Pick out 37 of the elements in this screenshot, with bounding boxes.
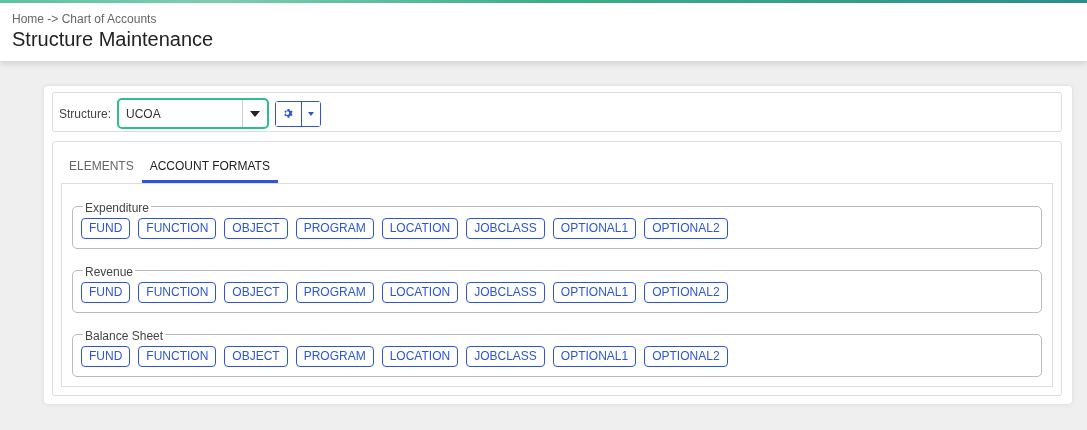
- segment-button[interactable]: OPTIONAL2: [644, 346, 728, 367]
- tab[interactable]: ACCOUNT FORMATS: [141, 151, 278, 183]
- segment-button[interactable]: OPTIONAL2: [644, 282, 728, 303]
- segment-button[interactable]: OPTIONAL1: [552, 346, 637, 367]
- segment-button[interactable]: PROGRAM: [295, 218, 374, 239]
- structure-select[interactable]: UCOA: [117, 98, 270, 129]
- segment-button[interactable]: FUND: [81, 282, 131, 303]
- segment-button[interactable]: LOCATION: [381, 346, 459, 367]
- segment-button[interactable]: FUNCTION: [138, 218, 217, 239]
- caret-icon: [308, 111, 315, 116]
- segment-button[interactable]: OPTIONAL1: [552, 282, 637, 303]
- segment-button[interactable]: FUND: [81, 218, 131, 239]
- segment-button[interactable]: OBJECT: [224, 218, 288, 239]
- segment-button[interactable]: PROGRAM: [295, 346, 374, 367]
- segment-button[interactable]: FUNCTION: [138, 282, 217, 303]
- caret-icon: [250, 110, 261, 117]
- segment-button[interactable]: OBJECT: [224, 282, 288, 303]
- segment-button[interactable]: LOCATION: [381, 218, 459, 239]
- segment-button[interactable]: FUND: [81, 346, 131, 367]
- segment-button[interactable]: JOBCLASS: [466, 218, 545, 239]
- segment-button[interactable]: FUNCTION: [138, 346, 217, 367]
- dropdown-button[interactable]: [301, 101, 321, 126]
- group-legend: Revenue: [83, 265, 136, 279]
- segment-button[interactable]: OPTIONAL1: [552, 218, 637, 239]
- group-legend: Balance Sheet: [83, 329, 166, 343]
- settings-icon: [283, 108, 295, 119]
- segment-button[interactable]: JOBCLASS: [466, 282, 545, 303]
- breadcrumb: Home -> Chart of Accounts: [12, 12, 158, 26]
- segment-button[interactable]: OBJECT: [224, 346, 288, 367]
- segment-button[interactable]: PROGRAM: [295, 282, 374, 303]
- segment-button[interactable]: LOCATION: [381, 282, 459, 303]
- segment-button[interactable]: JOBCLASS: [466, 346, 545, 367]
- group-legend: Expenditure: [83, 201, 152, 215]
- tab[interactable]: ELEMENTS: [61, 151, 142, 183]
- page-title: Structure Maintenance: [12, 27, 215, 52]
- segment-button[interactable]: OPTIONAL2: [644, 218, 728, 239]
- structure-label: Structure:: [59, 105, 112, 123]
